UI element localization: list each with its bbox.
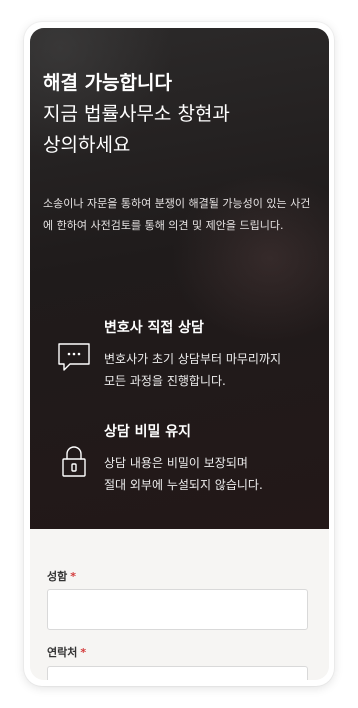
feature-description-line-1: 변호사가 초기 상담부터 마무리까지: [104, 352, 282, 366]
feature-description: 상담 내용은 비밀이 보장되며 절대 외부에 누설되지 않습니다.: [104, 452, 318, 496]
required-mark: *: [80, 646, 87, 659]
name-label-text: 성함: [47, 570, 68, 583]
name-input[interactable]: [47, 589, 308, 630]
device-frame: 해결 가능합니다 지금 법률사무소 창현과 상의하세요 소송이나 자문을 통하여…: [24, 22, 334, 686]
hero-title-line-2: 지금 법률사무소 창현과: [43, 103, 230, 125]
feature-direct-consultation: 변호사 직접 상담 변호사가 초기 상담부터 마무리까지 모든 과정을 진행합니…: [56, 319, 318, 389]
hero-title-line-3: 상의하세요: [43, 134, 131, 156]
screen: 해결 가능합니다 지금 법률사무소 창현과 상의하세요 소송이나 자문을 통하여…: [30, 28, 329, 680]
feature-confidentiality: 상담 비밀 유지 상담 내용은 비밀이 보장되며 절대 외부에 누설되지 않습니…: [56, 423, 318, 493]
hero-title: 해결 가능합니다 지금 법률사무소 창현과 상의하세요: [43, 68, 313, 161]
contact-label: 연락처 *: [47, 646, 86, 660]
feature-title: 변호사 직접 상담: [104, 320, 204, 336]
feature-description-line-2: 절대 외부에 누설되지 않습니다.: [104, 478, 263, 492]
lock-icon: [62, 446, 86, 477]
feature-title: 상담 비밀 유지: [104, 424, 192, 440]
feature-description-line-1: 상담 내용은 비밀이 보장되며: [104, 456, 248, 470]
chat-bubble-icon: [58, 343, 90, 371]
hero-section: 해결 가능합니다 지금 법률사무소 창현과 상의하세요 소송이나 자문을 통하여…: [30, 28, 329, 529]
feature-description-line-2: 모든 과정을 진행합니다.: [104, 374, 226, 388]
hero-description: 소송이나 자문을 통하여 분쟁이 해결될 가능성이 있는 사건에 한하여 사전검…: [43, 197, 311, 232]
contact-input[interactable]: [47, 666, 308, 680]
consultation-form: 성함 * 연락처 *: [30, 529, 329, 680]
contact-label-text: 연락처: [47, 646, 78, 659]
hero-title-line-1: 해결 가능합니다: [43, 72, 172, 94]
required-mark: *: [70, 570, 77, 583]
feature-description: 변호사가 초기 상담부터 마무리까지 모든 과정을 진행합니다.: [104, 348, 318, 392]
name-label: 성함 *: [47, 570, 76, 584]
